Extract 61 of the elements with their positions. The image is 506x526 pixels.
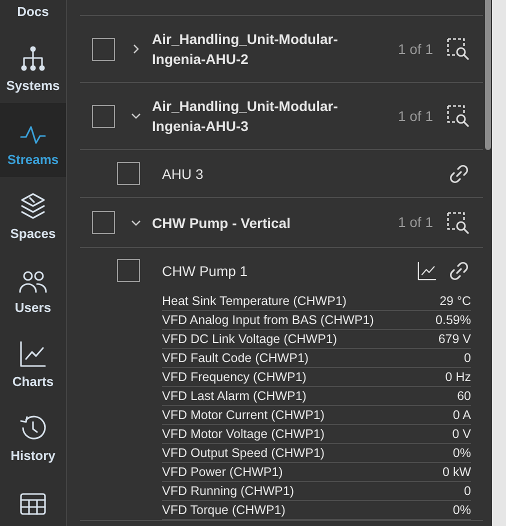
checkbox[interactable] <box>117 259 140 282</box>
reading-label: VFD Torque (CHWP1) <box>162 502 286 519</box>
zoom-to-icon[interactable] <box>447 38 469 60</box>
zoom-to-icon[interactable] <box>447 105 469 127</box>
reading-value: 0 Hz <box>445 368 471 386</box>
history-icon <box>19 414 47 442</box>
chevron-down-icon[interactable] <box>131 111 141 121</box>
reading-value: 0 A <box>452 406 471 424</box>
reading-value: 0% <box>452 502 471 519</box>
sidebar-item[interactable]: Spaces <box>0 177 66 251</box>
checkbox[interactable] <box>117 162 140 185</box>
sidebar-item[interactable]: History <box>0 399 66 473</box>
reading-label: Heat Sink Temperature (CHWP1) <box>162 292 347 310</box>
reading-value: 0 <box>464 482 471 500</box>
reading-value: 679 V <box>438 330 471 348</box>
reading-label: VFD Output Speed (CHWP1) <box>162 444 325 462</box>
pulse-icon <box>20 124 46 146</box>
reading-label: VFD Power (CHWP1) <box>162 464 283 481</box>
link-icon[interactable] <box>449 260 469 280</box>
reading-label: VFD Motor Current (CHWP1) <box>162 406 325 424</box>
item-count: 1 of 1 <box>398 40 433 58</box>
sidebar-item[interactable]: Streams <box>0 103 66 177</box>
checkbox[interactable] <box>92 104 115 128</box>
reading-value: 0 kW <box>442 464 471 481</box>
chevron-down-icon[interactable] <box>131 218 141 228</box>
chart-icon <box>417 260 437 280</box>
group-title: Air_Handling_Unit-Modular-Ingenia-AHU-3 <box>152 97 339 136</box>
reading-value: 0 <box>464 350 471 367</box>
reading-value: 0% <box>452 444 471 462</box>
scrollbar-thumb[interactable] <box>484 0 490 150</box>
chart-icon <box>19 340 47 368</box>
reading-value: 0.59% <box>436 312 471 329</box>
stream-name: AHU 3 <box>162 164 204 184</box>
checkbox[interactable] <box>92 211 115 234</box>
reading-value: 60 <box>457 388 471 405</box>
reading-value: 29 °C <box>440 292 471 310</box>
reading-label: VFD Last Alarm (CHWP1) <box>162 388 306 405</box>
hierarchy-icon <box>20 46 46 72</box>
table-icon <box>19 492 47 516</box>
sidebar-item[interactable]: Systems <box>0 29 66 103</box>
sidebar-item[interactable]: Docs <box>0 0 66 29</box>
reading-label: VFD Frequency (CHWP1) <box>162 368 306 386</box>
reading-label: VFD Analog Input from BAS (CHWP1) <box>162 312 374 329</box>
users-icon <box>19 270 47 294</box>
item-count: 1 of 1 <box>398 106 433 126</box>
group-title: CHW Pump - Vertical <box>152 214 292 232</box>
stream-name: CHW Pump 1 <box>162 262 248 280</box>
reading-value: 0 V <box>452 426 471 443</box>
item-count: 1 of 1 <box>398 213 433 232</box>
chevron-right-icon[interactable] <box>131 44 141 54</box>
sidebar-item[interactable]: Charts <box>0 325 66 399</box>
checkbox[interactable] <box>92 38 115 60</box>
layers-icon <box>19 192 47 220</box>
reading-label: VFD DC Link Voltage (CHWP1) <box>162 330 338 348</box>
link-icon[interactable] <box>449 164 469 184</box>
group-title: Air_Handling_Unit-Modular-Ingenia-AHU-2 <box>152 30 339 69</box>
sidebar-item[interactable]: Users <box>0 251 66 325</box>
zoom-to-icon[interactable] <box>447 212 469 234</box>
reading-label: VFD Fault Code (CHWP1) <box>162 350 309 367</box>
reading-label: VFD Motor Voltage (CHWP1) <box>162 426 325 443</box>
reading-label: VFD Running (CHWP1) <box>162 482 294 500</box>
